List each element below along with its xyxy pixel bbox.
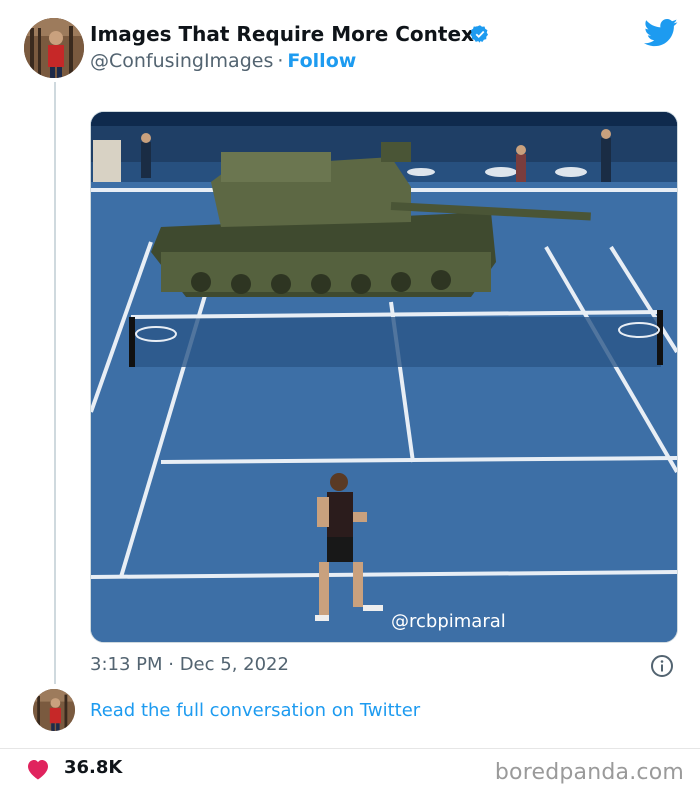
like-count: 36.8K: [64, 757, 123, 778]
footer-divider: [0, 748, 700, 749]
tweet-timestamp[interactable]: 3:13 PM · Dec 5, 2022: [90, 654, 289, 675]
brand-watermark: boredpanda.com: [494, 760, 684, 785]
display-name[interactable]: Images That Require More Context: [90, 22, 483, 46]
tweet-media-image[interactable]: @rcbpimaral: [90, 111, 678, 643]
conversation-avatar[interactable]: [33, 689, 75, 731]
avatar-image: [33, 689, 75, 731]
follow-button[interactable]: Follow: [287, 50, 356, 72]
twitter-bird-icon[interactable]: [644, 18, 678, 48]
avatar[interactable]: [24, 18, 84, 78]
tweet-card: Images That Require More Context @Confus…: [0, 0, 700, 748]
read-conversation-link[interactable]: Read the full conversation on Twitter: [90, 700, 420, 721]
handle[interactable]: @ConfusingImages: [90, 50, 273, 72]
separator: ·: [277, 50, 284, 72]
verified-badge-icon: [470, 25, 488, 43]
tank-on-tennis-court-image: @rcbpimaral: [91, 112, 677, 642]
media-watermark: @rcbpimaral: [391, 611, 506, 632]
handle-row: @ConfusingImages · Follow: [90, 50, 356, 72]
avatar-image: [24, 18, 84, 78]
heart-icon[interactable]: [26, 758, 50, 780]
info-icon[interactable]: [650, 654, 674, 678]
thread-line: [54, 82, 56, 684]
